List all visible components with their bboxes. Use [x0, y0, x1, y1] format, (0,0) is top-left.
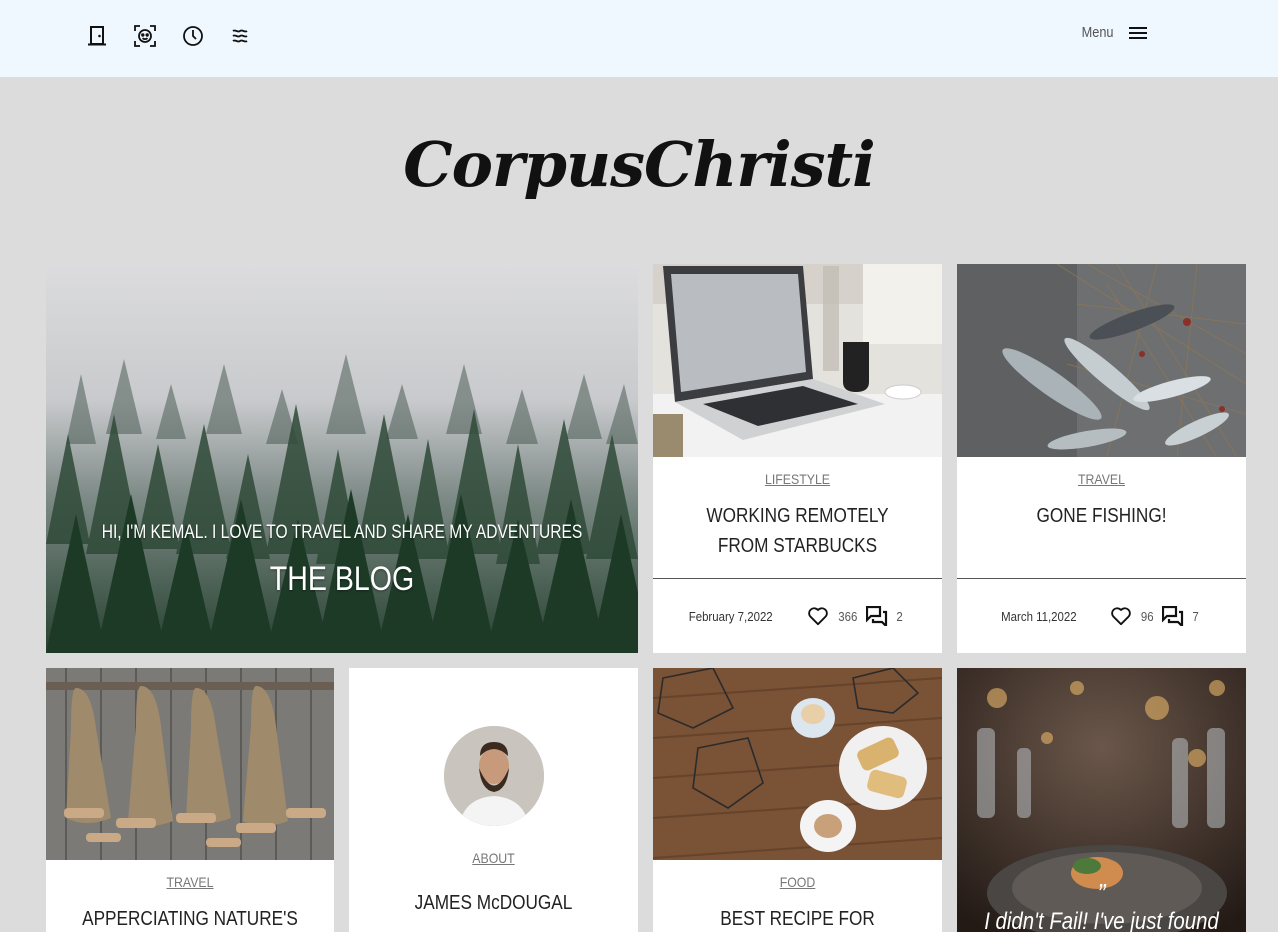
post-card-breakfast[interactable]: FOOD BEST RECIPE FOR BREAKFAST WITH: [653, 668, 942, 932]
site-logo[interactable]: CorpusChristi: [0, 128, 1278, 201]
post-card-gone-fishing[interactable]: TRAVEL GONE FISHING! March 11,2022 96 7: [957, 264, 1246, 653]
about-name: JAMES McDOUGAL: [414, 892, 573, 914]
quote-mark: ”: [1097, 878, 1106, 909]
post-category[interactable]: LIFESTYLE: [670, 471, 924, 487]
post-divider: [957, 578, 1246, 579]
post-comments: 2: [896, 608, 904, 624]
post-title[interactable]: BEST RECIPE FOR BREAKFAST WITH: [684, 904, 912, 932]
post-title[interactable]: GONE FISHING!: [988, 501, 1216, 531]
waves-icon[interactable]: [227, 22, 255, 50]
ropes-photo: [46, 668, 334, 860]
menu-label: Menu: [1082, 24, 1114, 41]
hero-title[interactable]: THE BLOG: [93, 560, 590, 599]
quote-card[interactable]: ” I didn't Fail! I've just found: [957, 668, 1246, 932]
post-date: March 11,2022: [1000, 608, 1077, 624]
post-card-natures-power[interactable]: TRAVEL APPERCIATING NATURE'S POWER ON: [46, 668, 334, 932]
clock-icon[interactable]: [179, 22, 207, 50]
post-meta: February 7,2022 366 2: [653, 604, 942, 628]
about-card[interactable]: ABOUT JAMES McDOUGAL: [349, 668, 638, 932]
post-category[interactable]: TRAVEL: [974, 471, 1228, 487]
hero-card[interactable]: HI, I'M KEMAL. I LOVE TO TRAVEL AND SHAR…: [46, 264, 638, 653]
quote-text: I didn't Fail! I've just found: [984, 908, 1219, 932]
post-category[interactable]: TRAVEL: [63, 874, 316, 890]
post-likes: 96: [1140, 608, 1154, 624]
post-divider: [653, 578, 942, 579]
fish-photo: [957, 264, 1246, 457]
breakfast-photo: [653, 668, 942, 860]
post-meta: March 11,2022 96 7: [957, 604, 1246, 628]
face-scan-icon[interactable]: [131, 22, 159, 50]
comments-icon[interactable]: [866, 606, 888, 626]
hero-subtitle: HI, I'M KEMAL. I LOVE TO TRAVEL AND SHAR…: [101, 522, 583, 543]
post-title[interactable]: WORKING REMOTELY FROM STARBUCKS: [684, 501, 912, 561]
post-category[interactable]: FOOD: [670, 874, 924, 890]
post-likes: 366: [838, 608, 858, 624]
comments-icon[interactable]: [1162, 606, 1184, 626]
post-card-working-remotely[interactable]: LIFESTYLE WORKING REMOTELY FROM STARBUCK…: [653, 264, 942, 653]
hamburger-icon: [1129, 26, 1147, 39]
menu-button[interactable]: Menu: [1076, 24, 1148, 41]
heart-icon[interactable]: [807, 606, 829, 626]
post-date: February 7,2022: [689, 608, 774, 624]
post-comments: 7: [1192, 608, 1199, 624]
post-title[interactable]: APPERCIATING NATURE'S POWER ON: [76, 904, 303, 932]
laptop-photo: [653, 264, 942, 457]
heart-icon[interactable]: [1110, 606, 1132, 626]
door-icon[interactable]: [83, 22, 111, 50]
about-label[interactable]: ABOUT: [366, 850, 620, 866]
avatar: [444, 726, 544, 826]
top-navigation-bar: Menu: [0, 0, 1278, 78]
